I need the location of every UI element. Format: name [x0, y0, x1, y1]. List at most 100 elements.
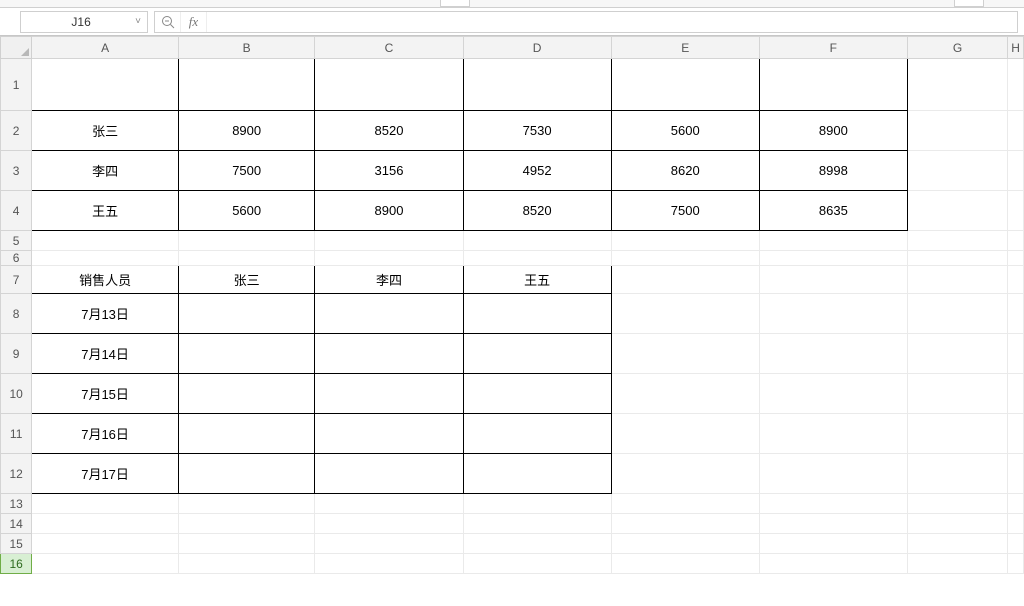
- t2-cell[interactable]: [463, 454, 611, 494]
- t2-cell[interactable]: [463, 334, 611, 374]
- row-header[interactable]: 9: [1, 334, 32, 374]
- t1-name[interactable]: 张三: [32, 111, 179, 151]
- t1-name[interactable]: 王五: [32, 191, 179, 231]
- cell[interactable]: [1008, 59, 1024, 111]
- cell[interactable]: [907, 59, 1007, 111]
- cell[interactable]: [178, 251, 315, 266]
- cell[interactable]: [759, 266, 907, 294]
- cell[interactable]: [1008, 231, 1024, 251]
- fx-icon[interactable]: fx: [181, 12, 207, 32]
- cell[interactable]: [463, 534, 611, 554]
- t1-val[interactable]: 8900: [178, 111, 315, 151]
- t1-val[interactable]: 8520: [315, 111, 463, 151]
- row-header[interactable]: 5: [1, 231, 32, 251]
- cell[interactable]: [907, 414, 1007, 454]
- t1-val[interactable]: 3156: [315, 151, 463, 191]
- cell[interactable]: [1008, 554, 1024, 574]
- row-header[interactable]: 10: [1, 374, 32, 414]
- cell[interactable]: [32, 554, 179, 574]
- cell[interactable]: [32, 534, 179, 554]
- t1-head[interactable]: 2024/7/14: [315, 59, 463, 111]
- t2-cell[interactable]: [463, 414, 611, 454]
- t2-head[interactable]: 张三: [178, 266, 315, 294]
- cell[interactable]: [907, 111, 1007, 151]
- diag-header-cell[interactable]: 日期 销量 姓名: [32, 59, 179, 111]
- cell[interactable]: [907, 334, 1007, 374]
- t1-val[interactable]: 8635: [759, 191, 907, 231]
- t1-head[interactable]: 2024/7/13: [178, 59, 315, 111]
- cell[interactable]: [907, 374, 1007, 414]
- cell[interactable]: [907, 266, 1007, 294]
- cell[interactable]: [907, 454, 1007, 494]
- cell[interactable]: [759, 334, 907, 374]
- t2-cell[interactable]: [178, 294, 315, 334]
- t2-head[interactable]: 李四: [315, 266, 463, 294]
- t1-val[interactable]: 8900: [315, 191, 463, 231]
- cell[interactable]: [315, 534, 463, 554]
- cell[interactable]: [907, 151, 1007, 191]
- cell[interactable]: [32, 251, 179, 266]
- cell[interactable]: [611, 454, 759, 494]
- cell[interactable]: [178, 554, 315, 574]
- cell[interactable]: [32, 231, 179, 251]
- cell[interactable]: [1008, 251, 1024, 266]
- t2-date[interactable]: 7月14日: [32, 334, 179, 374]
- row-header[interactable]: 2: [1, 111, 32, 151]
- cell[interactable]: [315, 494, 463, 514]
- cell[interactable]: [463, 554, 611, 574]
- cell[interactable]: [611, 554, 759, 574]
- t1-val[interactable]: 7500: [611, 191, 759, 231]
- t1-val[interactable]: 5600: [178, 191, 315, 231]
- cell[interactable]: [315, 251, 463, 266]
- t2-cell[interactable]: [315, 294, 463, 334]
- t2-head[interactable]: 销售人员: [32, 266, 179, 294]
- row-header[interactable]: 12: [1, 454, 32, 494]
- t2-cell[interactable]: [463, 374, 611, 414]
- cell[interactable]: [1008, 294, 1024, 334]
- cell[interactable]: [759, 454, 907, 494]
- select-all-corner[interactable]: [1, 37, 32, 59]
- cell[interactable]: [611, 414, 759, 454]
- cell[interactable]: [1008, 494, 1024, 514]
- cell[interactable]: [907, 231, 1007, 251]
- cell[interactable]: [178, 494, 315, 514]
- spreadsheet-grid[interactable]: A B C D E F G H 1 日期 销量 姓名 2024/7/13 202…: [0, 36, 1024, 574]
- cell[interactable]: [1008, 334, 1024, 374]
- t2-cell[interactable]: [178, 374, 315, 414]
- col-header[interactable]: C: [315, 37, 463, 59]
- row-header[interactable]: 14: [1, 514, 32, 534]
- row-header[interactable]: 15: [1, 534, 32, 554]
- cell[interactable]: [907, 534, 1007, 554]
- t2-head[interactable]: 王五: [463, 266, 611, 294]
- row-header[interactable]: 6: [1, 251, 32, 266]
- zoom-minus-icon[interactable]: [155, 12, 181, 32]
- cell[interactable]: [907, 514, 1007, 534]
- t1-val[interactable]: 8620: [611, 151, 759, 191]
- cell[interactable]: [759, 294, 907, 334]
- cell[interactable]: [759, 554, 907, 574]
- cell[interactable]: [1008, 111, 1024, 151]
- cell[interactable]: [611, 334, 759, 374]
- formula-input[interactable]: [207, 12, 1017, 32]
- cell[interactable]: [907, 191, 1007, 231]
- cell[interactable]: [611, 494, 759, 514]
- cell[interactable]: [759, 231, 907, 251]
- cell[interactable]: [178, 514, 315, 534]
- cell[interactable]: [32, 514, 179, 534]
- col-header[interactable]: E: [611, 37, 759, 59]
- cell[interactable]: [1008, 151, 1024, 191]
- t2-cell[interactable]: [315, 334, 463, 374]
- cell[interactable]: [907, 294, 1007, 334]
- col-header[interactable]: G: [907, 37, 1007, 59]
- cell[interactable]: [315, 231, 463, 251]
- t2-cell[interactable]: [315, 414, 463, 454]
- t2-cell[interactable]: [463, 294, 611, 334]
- cell[interactable]: [907, 554, 1007, 574]
- cell[interactable]: [611, 294, 759, 334]
- cell[interactable]: [907, 251, 1007, 266]
- t2-cell[interactable]: [178, 414, 315, 454]
- t2-cell[interactable]: [315, 374, 463, 414]
- row-header[interactable]: 4: [1, 191, 32, 231]
- cell[interactable]: [611, 534, 759, 554]
- cell[interactable]: [1008, 514, 1024, 534]
